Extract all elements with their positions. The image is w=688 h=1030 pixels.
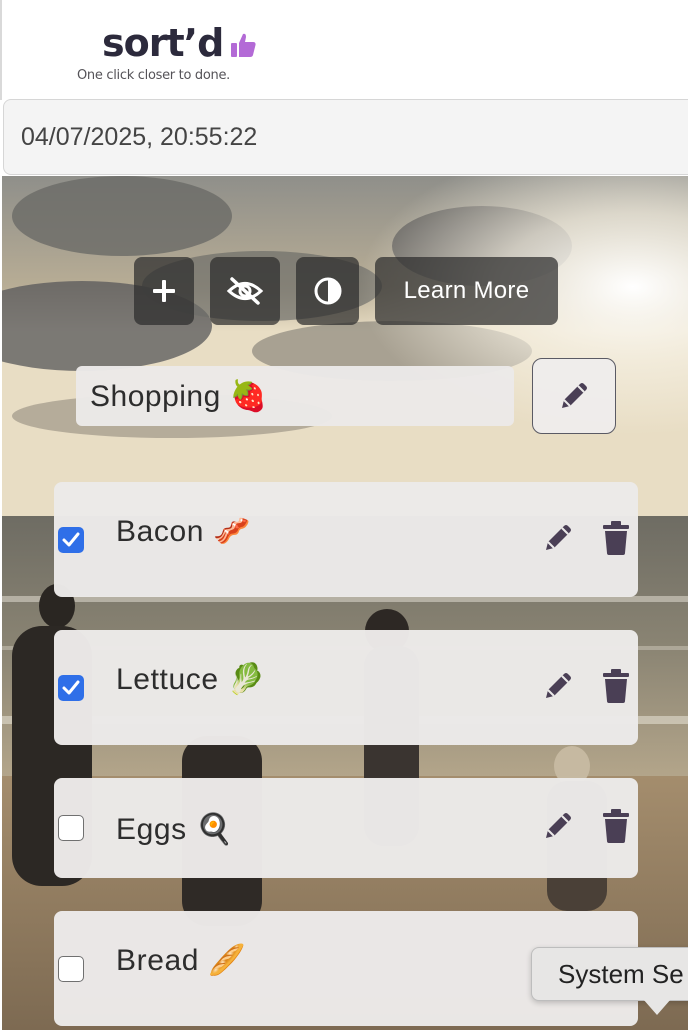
item-label: Bacon 🥓 [116, 515, 251, 548]
edit-item-button[interactable] [538, 806, 578, 846]
datetime-text: 04/07/2025, 20:55:22 [21, 123, 258, 151]
list-item: Eggs 🍳 [54, 778, 638, 878]
edit-item-button[interactable] [538, 518, 578, 558]
eye-slash-icon [226, 277, 264, 305]
item-checkbox[interactable] [58, 815, 84, 841]
list-title: Shopping 🍓 [90, 379, 268, 413]
delete-item-button[interactable] [596, 806, 636, 846]
plus-icon [153, 280, 175, 302]
learn-more-label: Learn More [403, 277, 530, 304]
app-tagline: One click closer to done. [77, 68, 231, 83]
list-item: Bacon 🥓 [54, 482, 638, 597]
app-header: sort’d One click closer to done. [0, 0, 688, 100]
hide-completed-button[interactable] [210, 257, 280, 325]
thumbs-up-icon [231, 33, 256, 57]
contrast-icon [314, 277, 341, 305]
pencil-icon [546, 525, 571, 550]
item-label: Eggs 🍳 [116, 813, 234, 846]
tooltip-text: System Se [558, 958, 684, 989]
datetime-bar: 04/07/2025, 20:55:22 [3, 99, 688, 175]
item-checkbox[interactable] [58, 956, 84, 982]
edit-list-title-button[interactable] [532, 358, 616, 434]
app-logo: sort’d [102, 21, 224, 65]
system-settings-tooltip: System Se [531, 947, 688, 1001]
pencil-icon [562, 383, 587, 408]
theme-toggle-button[interactable] [296, 257, 359, 325]
item-checkbox[interactable] [58, 675, 84, 701]
pencil-icon [546, 673, 571, 698]
edit-item-button[interactable] [538, 666, 578, 706]
item-checkbox[interactable] [58, 527, 84, 553]
add-item-button[interactable] [134, 257, 194, 325]
learn-more-button[interactable]: Learn More [375, 257, 558, 325]
list-title-field[interactable]: Shopping 🍓 [76, 366, 514, 426]
app-root: sort’d One click closer to done. 04/07/2… [0, 0, 688, 1030]
checkmark-icon [62, 680, 80, 695]
delete-item-button[interactable] [596, 666, 636, 706]
item-label: Bread 🥖 [116, 944, 246, 977]
checkmark-icon [62, 532, 80, 547]
pencil-icon [546, 813, 571, 838]
item-label: Lettuce 🥬 [116, 663, 266, 696]
tooltip-pointer [643, 999, 671, 1015]
list-item: Lettuce 🥬 [54, 630, 638, 745]
delete-item-button[interactable] [596, 518, 636, 558]
trash-icon [603, 521, 629, 555]
trash-icon [603, 669, 629, 703]
trash-icon [603, 809, 629, 843]
